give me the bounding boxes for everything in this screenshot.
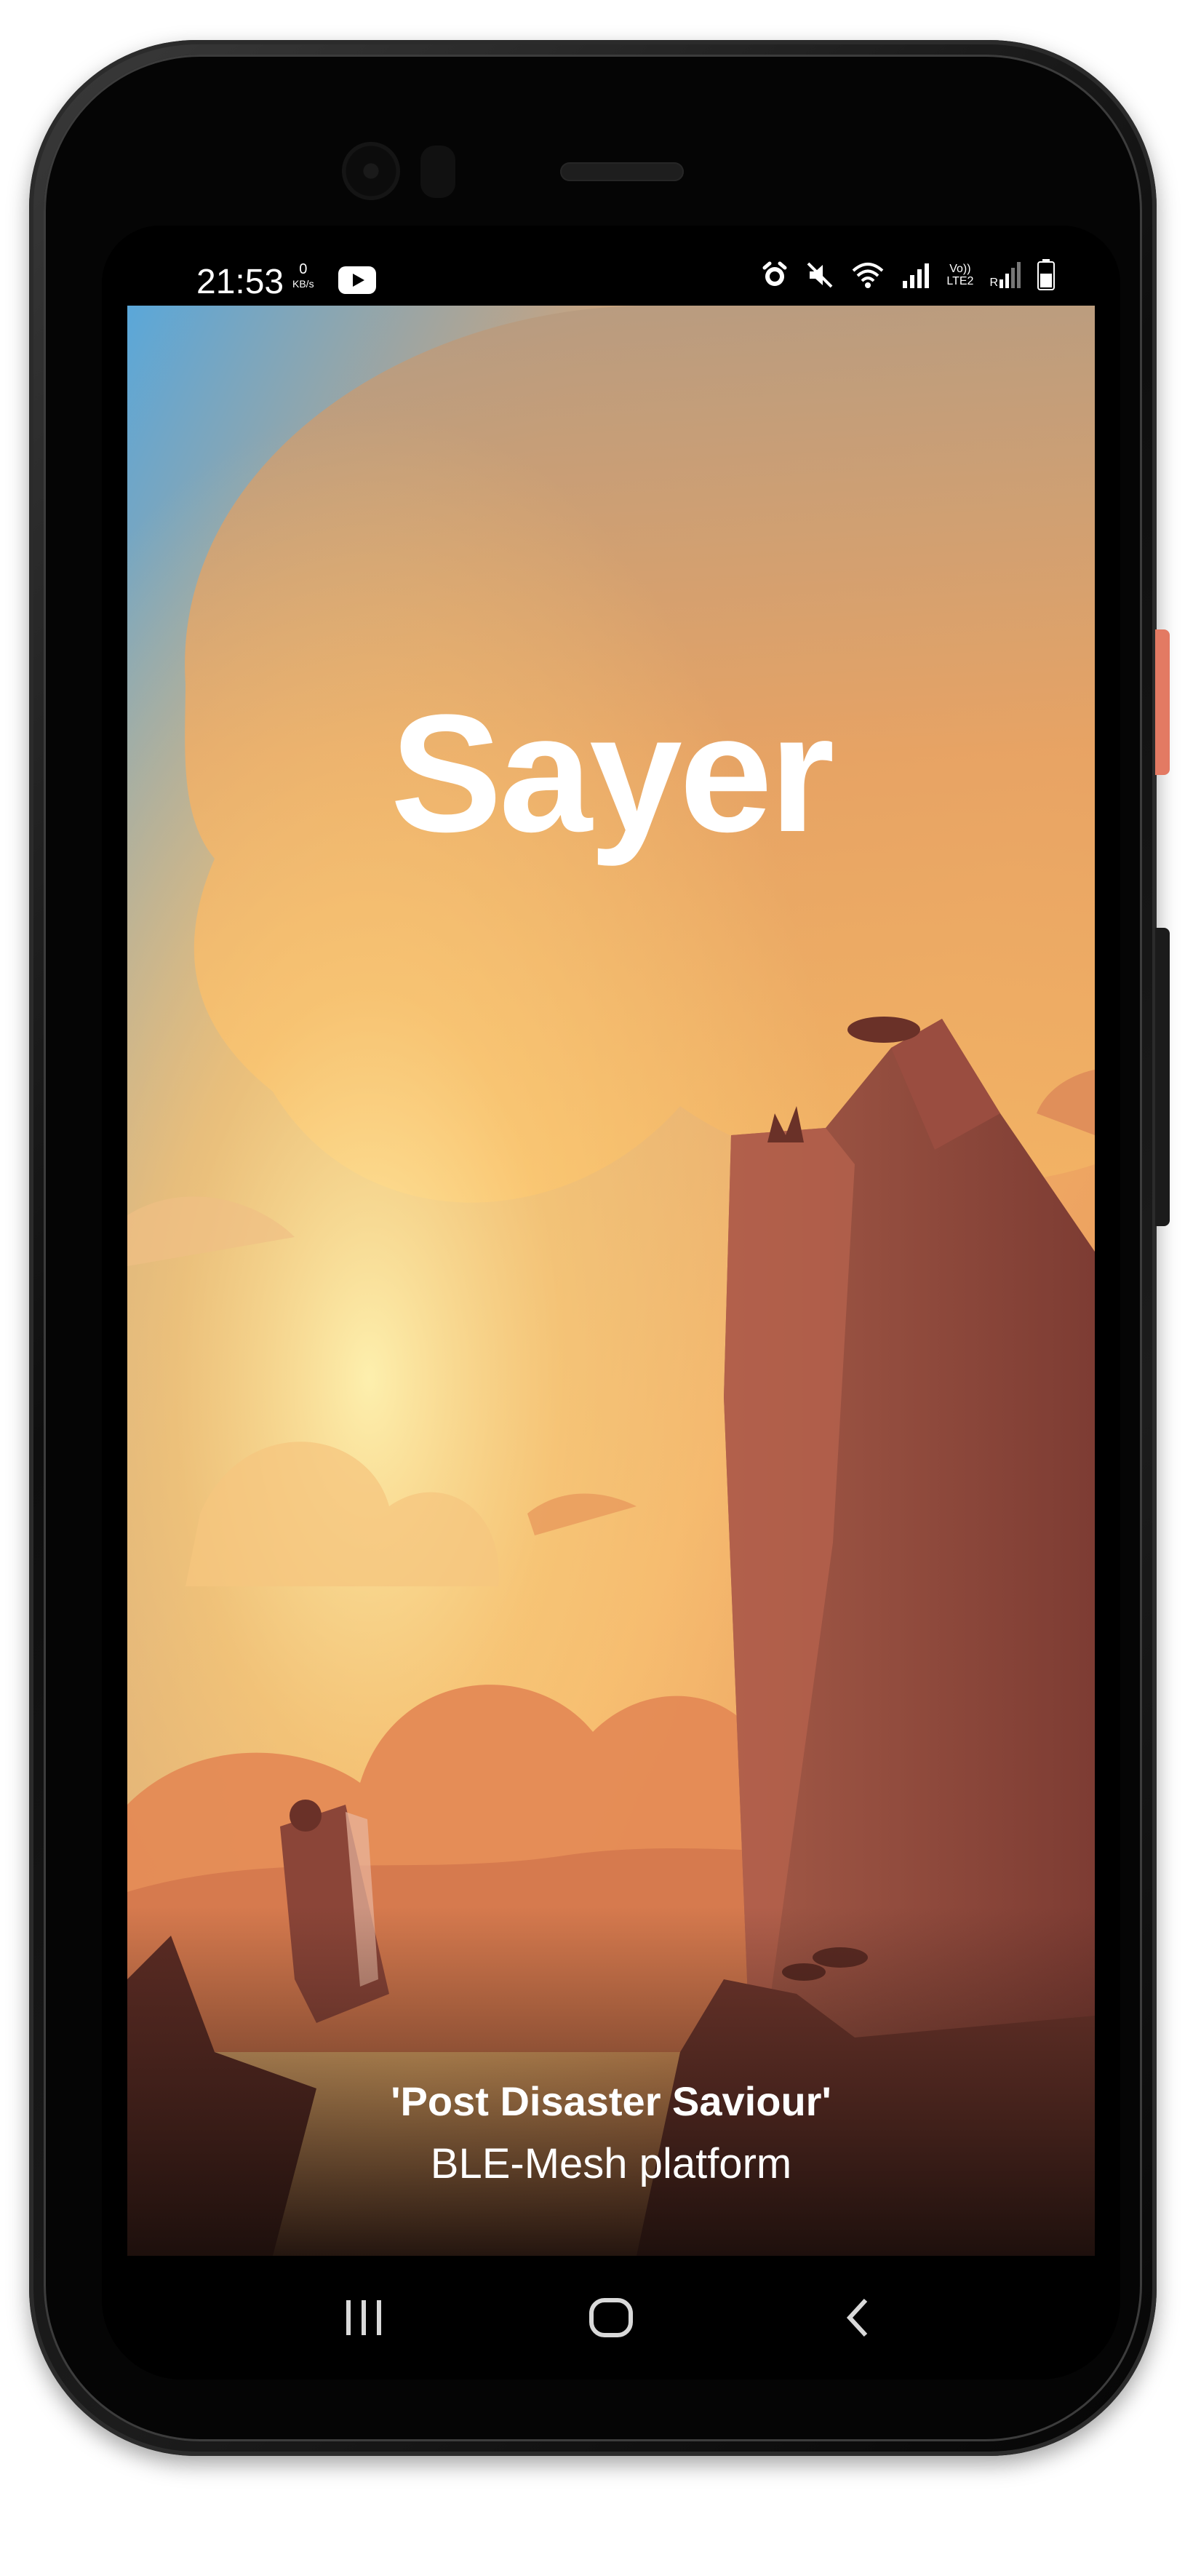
phone-screen: 21:53 0 KB/s Vo)) LTE2 R Sayer 'Post Dis… <box>102 226 1120 2380</box>
power-button <box>1155 629 1170 775</box>
status-time: 21:53 <box>196 263 284 301</box>
app-title: Sayer <box>390 680 835 867</box>
subtitle: BLE-Mesh platform <box>430 2140 792 2187</box>
youtube-icon <box>338 266 376 294</box>
network-speed-unit: KB/s <box>292 278 314 290</box>
volume-button <box>1155 928 1170 1226</box>
battery-icon <box>1037 259 1055 290</box>
home-button[interactable] <box>567 2278 655 2358</box>
wifi-icon <box>853 263 884 288</box>
navigation-bar <box>102 2256 1120 2380</box>
network-speed: 0 KB/s <box>292 262 314 291</box>
home-icon <box>589 2298 633 2337</box>
proximity-sensor <box>420 146 455 198</box>
status-bar: 21:53 0 KB/s Vo)) LTE2 R <box>102 226 1120 306</box>
recent-apps-icon <box>346 2300 381 2335</box>
signal-icon <box>903 263 930 288</box>
sunset-landscape-image <box>127 306 1095 2256</box>
volte-lte2-icon: Vo)) LTE2 <box>946 263 973 287</box>
earpiece-speaker <box>560 162 684 181</box>
volte-label: Vo)) <box>949 263 971 275</box>
status-icons: Vo)) LTE2 R <box>760 259 1055 291</box>
front-camera-icon <box>342 142 400 200</box>
recent-apps-button[interactable] <box>320 2278 407 2358</box>
back-button[interactable] <box>815 2278 902 2358</box>
tagline: 'Post Disaster Saviour' <box>391 2078 831 2124</box>
back-icon <box>846 2298 868 2337</box>
lte2-label: LTE2 <box>946 275 974 287</box>
phone-frame: 21:53 0 KB/s Vo)) LTE2 R Sayer 'Post Dis… <box>29 40 1170 2456</box>
roaming-signal-icon: R <box>989 261 1021 290</box>
mute-icon <box>807 262 833 288</box>
alarm-icon <box>762 261 787 286</box>
roaming-label: R <box>989 277 998 289</box>
splash-illustration: Sayer 'Post Disaster Saviour' BLE-Mesh p… <box>127 306 1095 2256</box>
network-speed-value: 0 <box>299 261 308 277</box>
